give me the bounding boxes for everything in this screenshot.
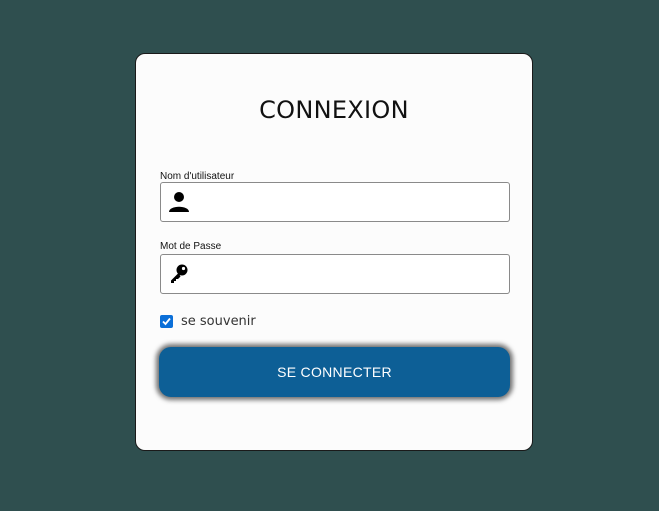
remember-me[interactable]: se souvenir [160,314,256,329]
login-button[interactable]: SE CONNECTER [159,347,510,397]
user-icon [168,191,190,213]
key-icon [168,263,190,285]
username-field[interactable] [160,182,510,222]
password-field[interactable] [160,254,510,294]
login-card: CONNEXION Nom d'utilisateur Mot de Passe [135,53,533,451]
password-input[interactable] [199,257,499,291]
page-title: CONNEXION [259,96,409,124]
username-input[interactable] [199,185,499,219]
checkmark-icon [162,317,171,326]
username-label: Nom d'utilisateur [160,171,235,182]
remember-checkbox[interactable] [160,315,173,328]
remember-label: se souvenir [181,314,256,329]
password-label: Mot de Passe [160,241,222,252]
